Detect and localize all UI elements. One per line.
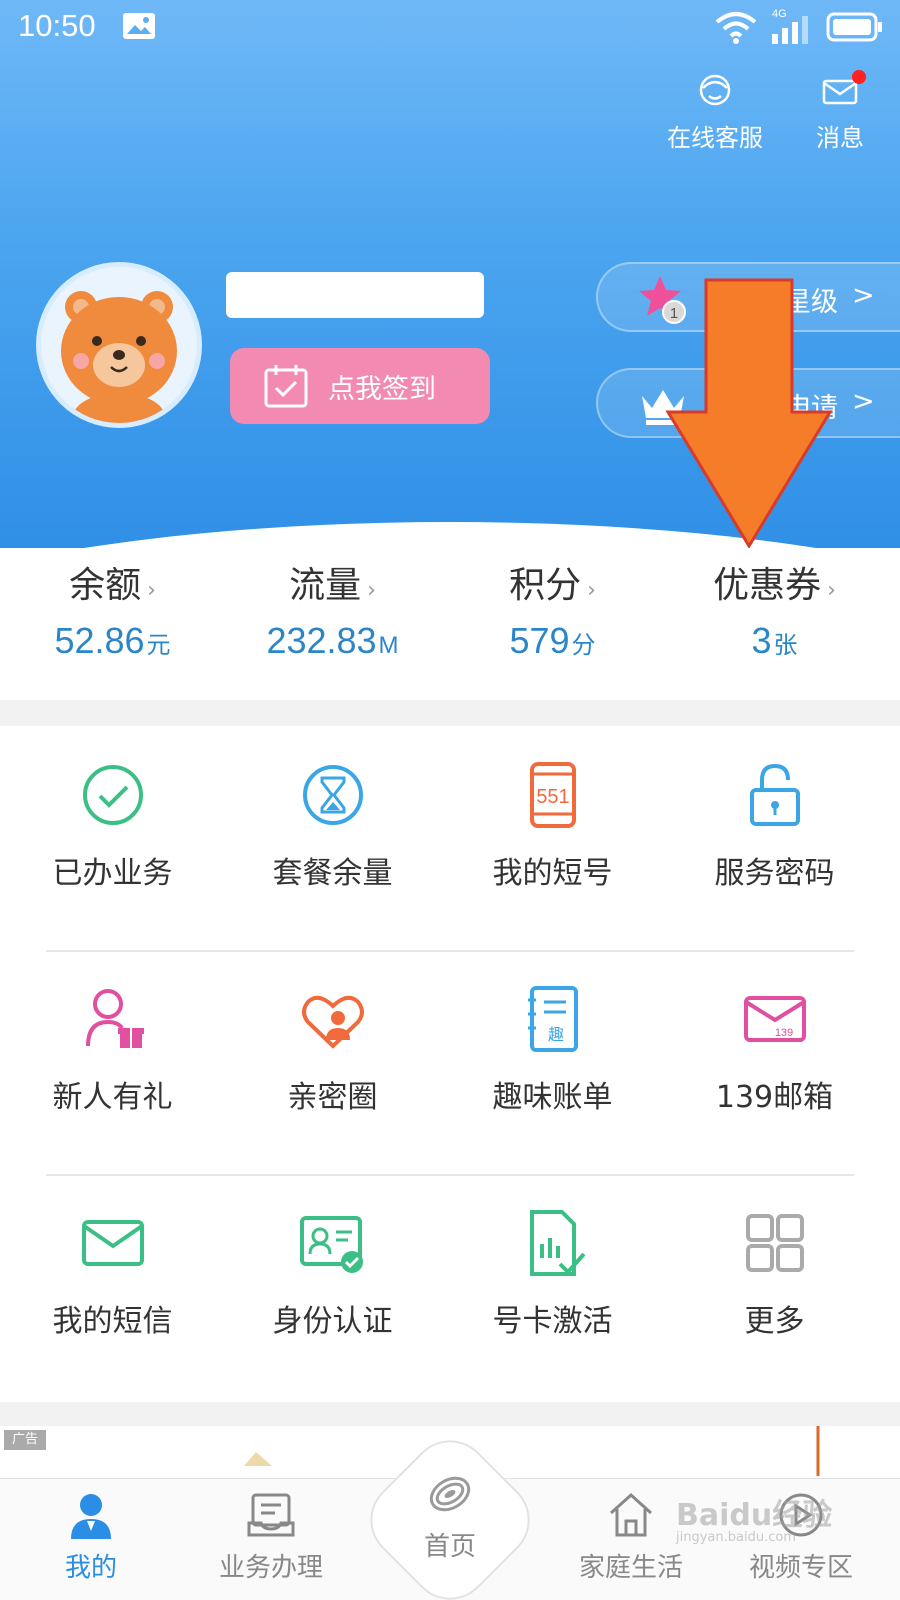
stat-coupons-unit: 张: [773, 632, 798, 659]
envelope-icon: [81, 1220, 144, 1266]
inbox-icon: [247, 1493, 295, 1537]
battery-icon: [826, 12, 882, 42]
signal-icon: [772, 16, 808, 44]
nav-tab-home[interactable]: 首页: [365, 1452, 535, 1563]
grid-item-my-sms[interactable]: 我的短信: [0, 1174, 225, 1394]
grid-item-label: 新人有礼: [52, 1080, 173, 1115]
grid-item-label: 更多: [744, 1304, 805, 1339]
online-service-label: 在线客服: [667, 124, 763, 152]
username-redacted: [226, 272, 484, 318]
annotation-down-arrow: [665, 278, 833, 548]
gallery-notification-icon: [123, 13, 155, 39]
daily-signin-label: 点我签到: [328, 373, 436, 405]
messages-label: 消息: [816, 124, 864, 152]
grid-item-plan-balance[interactable]: 套餐余量: [220, 726, 445, 946]
crown-apply-arrow: >: [852, 386, 875, 417]
unread-dot: [852, 70, 866, 84]
service-grid: 已办业务 套餐余量 551 我的短号 服务密码 新人有礼 亲密圈 趣 趣味账单 …: [0, 726, 900, 1402]
grid-item-identity-verification[interactable]: 身份认证: [220, 1174, 445, 1394]
grid-item-sim-activation[interactable]: 号卡激活: [440, 1174, 665, 1394]
user-icon: [71, 1494, 111, 1539]
stat-balance-unit: 元: [146, 632, 171, 659]
grid-item-short-number[interactable]: 551 我的短号: [440, 726, 665, 946]
lock-icon: [749, 763, 800, 826]
stat-points[interactable]: 积分 › 579分: [440, 548, 665, 662]
heart-group-icon: [301, 995, 364, 1049]
hourglass-icon: [302, 765, 363, 825]
wifi-icon: [715, 12, 757, 44]
grid-item-more[interactable]: 更多: [662, 1174, 887, 1394]
stat-coupons[interactable]: 优惠券 › 3张: [662, 548, 887, 662]
nav-tab-mine[interactable]: 我的: [6, 1489, 176, 1584]
status-indicators: 4G: [714, 8, 884, 44]
check-circle-icon: [82, 765, 143, 825]
stat-balance-label: 余额: [69, 565, 142, 606]
stat-points-unit: 分: [571, 632, 596, 659]
stat-balance-value: 52.86: [54, 620, 145, 661]
chevron-right-icon: ›: [827, 578, 836, 603]
grid-item-label: 我的短信: [52, 1304, 173, 1339]
status-bar: 10:50 4G: [0, 0, 900, 56]
baidu-watermark: Baidu经验 jingyan.baidu.com: [676, 1490, 832, 1545]
grid-item-label: 139邮箱: [715, 1080, 834, 1115]
daily-signin-button[interactable]: 点我签到: [230, 348, 490, 424]
stat-data[interactable]: 流量 › 232.83M: [220, 548, 445, 662]
grid-item-label: 亲密圈: [287, 1080, 378, 1115]
grid-item-label: 我的短号: [492, 856, 613, 891]
grid-item-family-circle[interactable]: 亲密圈: [220, 950, 445, 1170]
stat-coupons-value: 3: [751, 620, 772, 661]
nav-label: 视频专区: [748, 1553, 853, 1583]
calendar-check-icon: [264, 365, 308, 408]
grid-more-icon: [745, 1214, 804, 1272]
mail-139-icon: 139: [743, 996, 806, 1042]
grid-item-label: 身份认证: [272, 1304, 393, 1339]
grid-item-fun-bill[interactable]: 趣 趣味账单: [440, 950, 665, 1170]
grid-item-label: 服务密码: [714, 856, 835, 891]
stat-points-label: 积分: [509, 565, 582, 606]
sim-activate-icon: [529, 1210, 585, 1276]
grid-item-label: 已办业务: [52, 856, 173, 891]
star-level-arrow: >: [852, 280, 875, 311]
nav-label: 首页: [423, 1532, 476, 1562]
chevron-right-icon: ›: [367, 578, 376, 603]
messages-button[interactable]: 消息: [800, 70, 880, 153]
avatar[interactable]: [36, 262, 202, 428]
nav-label: 家庭生活: [578, 1553, 683, 1583]
bear-avatar-icon: [61, 291, 177, 423]
grid-item-label: 号卡激活: [492, 1304, 613, 1339]
chevron-right-icon: ›: [147, 578, 156, 603]
grid-item-newcomer-gift[interactable]: 新人有礼: [0, 950, 225, 1170]
mail-139-text: 139: [774, 1027, 792, 1039]
phone-551-text: 551: [536, 786, 569, 808]
stat-points-value: 579: [509, 620, 570, 661]
grid-item-handled-business[interactable]: 已办业务: [0, 726, 225, 946]
id-card-icon: [299, 1216, 363, 1273]
stat-coupons-label: 优惠券: [713, 565, 822, 606]
house-icon: [609, 1492, 653, 1537]
watermark-brand: Baidu经验: [676, 1498, 833, 1533]
stat-data-label: 流量: [289, 565, 362, 606]
grid-item-139-mail[interactable]: 139 139邮箱: [662, 950, 887, 1170]
status-time: 10:50: [18, 8, 96, 43]
nav-tab-business[interactable]: 业务办理: [186, 1489, 356, 1584]
customer-service-icon: [699, 74, 731, 106]
nav-label: 我的: [64, 1553, 117, 1583]
stat-data-unit: M: [378, 632, 399, 659]
bill-notebook-text: 趣: [547, 1025, 563, 1044]
stat-balance[interactable]: 余额 › 52.86元: [0, 548, 225, 662]
bill-notebook-icon: 趣: [527, 986, 578, 1052]
nav-label: 业务办理: [218, 1553, 323, 1583]
user-gift-icon: [85, 989, 144, 1048]
stat-data-value: 232.83: [266, 620, 377, 661]
online-service-button[interactable]: 在线客服: [660, 72, 770, 153]
grid-item-label: 趣味账单: [492, 1080, 613, 1115]
china-mobile-logo-icon: [429, 1476, 471, 1512]
account-stats: 余额 › 52.86元 流量 › 232.83M 积分 › 579分 优惠券 › 3张: [0, 548, 900, 700]
grid-item-label: 套餐余量: [272, 856, 393, 891]
phone-551-icon: 551: [529, 762, 576, 828]
grid-item-service-password[interactable]: 服务密码: [662, 726, 887, 946]
chevron-right-icon: ›: [587, 578, 596, 603]
